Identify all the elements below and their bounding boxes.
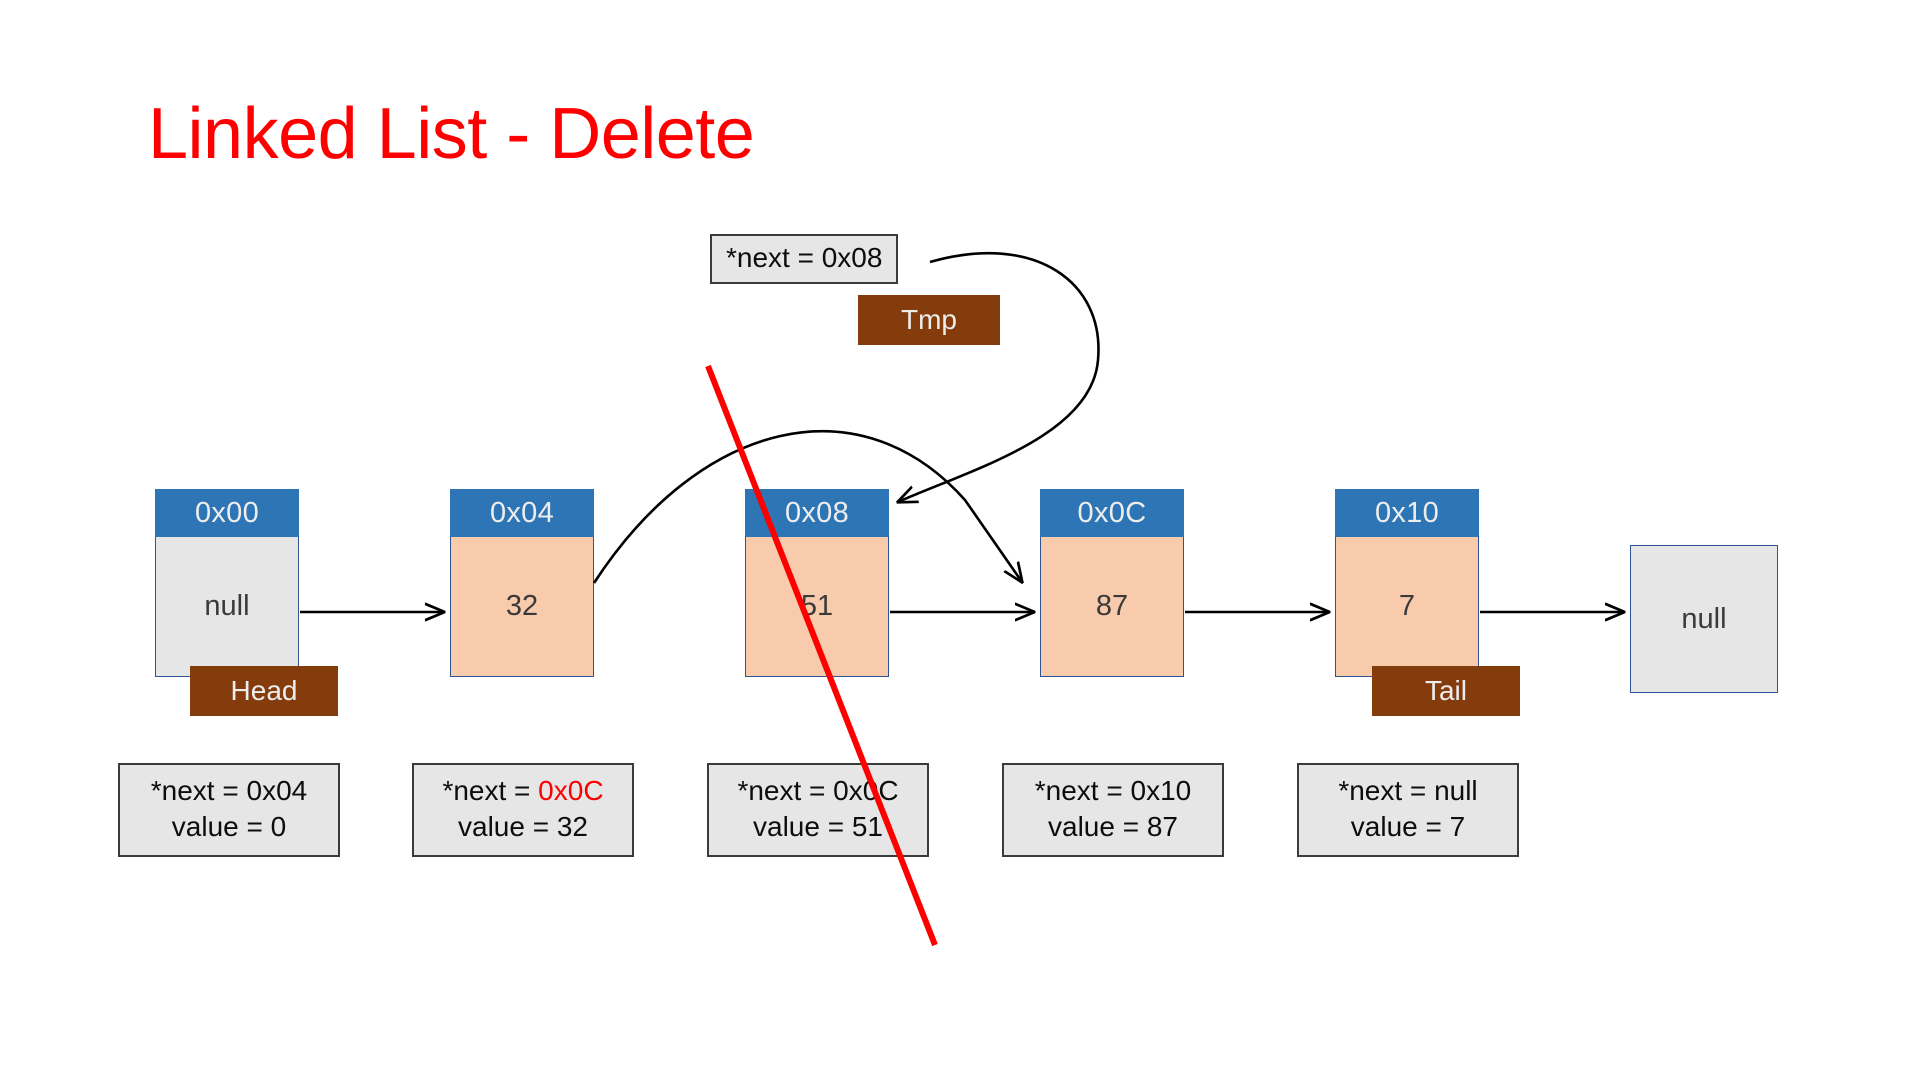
page-title: Linked List - Delete <box>148 94 755 174</box>
info-1-value-line: value = 32 <box>458 810 588 842</box>
tmp-pointer-text: *next = 0x08 <box>726 242 883 273</box>
info-4-next-value: null <box>1434 775 1478 806</box>
node-0x10-value: 7 <box>1335 537 1479 677</box>
info-4-value-line: value = 7 <box>1350 810 1466 842</box>
info-0-next-value: 0x04 <box>246 775 308 806</box>
info-box-0x10: *next = null value = 7 <box>1297 763 1519 857</box>
node-0x00-address: 0x00 <box>155 489 299 537</box>
node-0x08: 0x08 51 <box>745 489 889 677</box>
info-box-0x04: *next = 0x0C value = 32 <box>412 763 634 857</box>
info-box-0x08: *next = 0x0C value = 51 <box>707 763 929 857</box>
node-0x08-value: 51 <box>745 537 889 677</box>
info-1-next-prefix: *next = <box>442 775 539 806</box>
info-2-value-line: value = 51 <box>753 810 883 842</box>
node-0x10: 0x10 7 <box>1335 489 1479 677</box>
terminal-null-label: null <box>1681 602 1727 635</box>
tmp-tag: Tmp <box>858 295 1000 345</box>
info-3-next-line: *next = 0x10 <box>1016 773 1210 809</box>
node-0x0C-value: 87 <box>1040 537 1184 677</box>
info-box-0x00: *next = 0x04 value = 0 <box>118 763 340 857</box>
info-1-next-value: 0x0C <box>538 775 604 806</box>
node-0x04: 0x04 32 <box>450 489 594 677</box>
info-0-value-line: value = 0 <box>171 810 287 842</box>
tmp-pointer-box: *next = 0x08 <box>710 234 899 284</box>
info-2-next-prefix: *next = <box>737 775 834 806</box>
info-box-0x0C: *next = 0x10 value = 87 <box>1002 763 1224 857</box>
info-2-next-value: 0x0C <box>833 775 899 806</box>
info-2-next-line: *next = 0x0C <box>721 773 915 809</box>
tail-tag: Tail <box>1372 666 1520 716</box>
node-0x08-address: 0x08 <box>745 489 889 537</box>
info-3-value-line: value = 87 <box>1048 810 1178 842</box>
node-0x0C-address: 0x0C <box>1040 489 1184 537</box>
node-0x04-address: 0x04 <box>450 489 594 537</box>
info-0-next-line: *next = 0x04 <box>132 773 326 809</box>
info-4-next-line: *next = null <box>1311 773 1505 809</box>
node-0x00: 0x00 null <box>155 489 299 677</box>
node-0x0C: 0x0C 87 <box>1040 489 1184 677</box>
terminal-null-box: null <box>1630 545 1778 693</box>
info-1-next-line: *next = 0x0C <box>426 773 620 809</box>
info-4-next-prefix: *next = <box>1338 775 1435 806</box>
info-3-next-value: 0x10 <box>1130 775 1192 806</box>
head-tag-label: Head <box>230 675 298 706</box>
info-3-next-prefix: *next = <box>1034 775 1131 806</box>
node-0x04-value: 32 <box>450 537 594 677</box>
head-tag: Head <box>190 666 338 716</box>
slide-canvas: Linked List - Delete *next = 0x08 Tmp 0x… <box>0 0 1920 1080</box>
tail-tag-label: Tail <box>1424 675 1467 706</box>
tmp-tag-label: Tmp <box>901 304 957 335</box>
info-0-next-prefix: *next = <box>150 775 247 806</box>
node-0x00-value: null <box>155 537 299 677</box>
link-tmp-to-0x08 <box>898 252 1100 502</box>
node-0x10-address: 0x10 <box>1335 489 1479 537</box>
